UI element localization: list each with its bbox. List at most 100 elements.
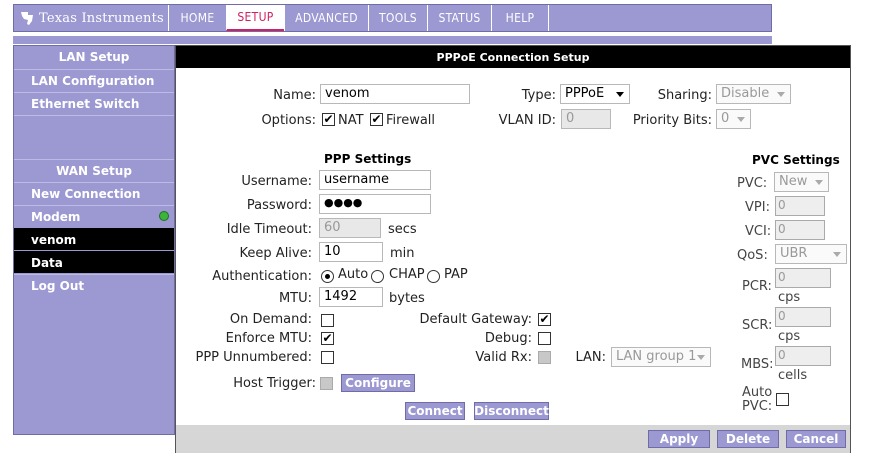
ppp-unnumbered-checkbox[interactable] [321,351,334,364]
pvc-value: New [779,174,808,189]
priority-bits-select[interactable]: 0 [716,109,751,129]
tab-setup[interactable]: SETUP [226,5,284,31]
mtu-label: MTU: [278,291,312,306]
apply-button[interactable]: Apply [648,430,710,448]
auto-pvc-label-2: PVC: [742,399,773,414]
configure-button[interactable]: Configure [341,374,415,392]
tab-advanced[interactable]: ADVANCED [284,5,368,31]
on-demand-checkbox[interactable] [321,314,334,327]
sidebar-spacer [14,115,174,160]
firewall-label: Firewall [386,113,436,128]
pvc-settings-header: PVC Settings [752,153,840,167]
pppoe-setup-panel: PPPoE Connection Setup Name: venom Type:… [175,45,851,453]
delete-button[interactable]: Delete [717,430,779,448]
enforce-mtu-checkbox[interactable]: ✔ [321,332,334,345]
auth-chap-radio[interactable] [371,270,384,283]
top-nav-bar: Texas Instruments HOME SETUP ADVANCED TO… [13,4,772,32]
vlan-id-input[interactable]: 0 [561,109,611,129]
mtu-input[interactable]: 1492 [319,287,383,307]
brand-name: Texas Instruments [39,10,164,26]
type-value: PPPoE [565,86,605,101]
pcr-input[interactable]: 0 [775,268,831,288]
idle-timeout-label: Idle Timeout: [226,222,312,237]
chevron-down-icon [815,180,823,185]
tab-home[interactable]: HOME [168,5,226,31]
sidebar-item-modem[interactable]: Modem [14,205,174,227]
enforce-mtu-label: Enforce MTU: [225,331,312,346]
default-gateway-label: Default Gateway: [419,312,533,327]
ppp-settings-header: PPP Settings [324,152,412,166]
top-divider [13,36,772,44]
tab-status[interactable]: STATUS [427,5,491,31]
cancel-button[interactable]: Cancel [786,430,846,448]
sidebar-item-ethernet-switch[interactable]: Ethernet Switch [14,92,174,114]
keep-alive-input[interactable]: 10 [319,242,383,262]
sidebar-item-new-connection[interactable]: New Connection [14,182,174,204]
connect-button[interactable]: Connect [405,402,465,420]
disconnect-button[interactable]: Disconnect [474,402,549,420]
sharing-label: Sharing: [657,88,712,103]
scr-unit: cps [778,329,801,344]
username-label: Username: [241,174,312,189]
vpi-input[interactable]: 0 [775,196,825,216]
pcr-label: PCR: [742,279,772,294]
chevron-down-icon [616,92,624,97]
chevron-down-icon [697,355,705,360]
name-input[interactable]: venom [320,84,470,104]
username-input[interactable]: username [319,170,431,190]
sidebar-item-data[interactable]: Data [14,251,174,273]
sharing-select[interactable]: Disable [716,84,791,104]
scr-label: SCR: [742,318,773,333]
keep-alive-unit: min [390,246,415,261]
password-label: Password: [246,198,312,213]
brand-logo: Texas Instruments [14,5,168,31]
panel-title: PPPoE Connection Setup [176,46,850,68]
nat-label: NAT [338,113,364,128]
auth-auto-label: Auto [338,267,369,282]
scr-input[interactable]: 0 [775,307,831,327]
auth-pap-radio[interactable] [427,270,440,283]
ti-logo-icon [21,12,33,25]
qos-label: QoS: [737,248,768,263]
type-label: Type: [521,88,556,103]
valid-rx-label: Valid Rx: [475,350,532,365]
sidebar-item-venom[interactable]: venom [14,228,174,250]
default-gateway-checkbox[interactable]: ✔ [538,313,551,326]
tab-help[interactable]: HELP [491,5,549,31]
debug-label: Debug: [484,331,532,346]
ppp-unnumbered-label: PPP Unnumbered: [195,350,313,365]
host-trigger-label: Host Trigger: [233,376,316,391]
pvc-select[interactable]: New [774,172,829,192]
auto-pvc-checkbox[interactable] [776,393,789,406]
idle-timeout-input[interactable]: 60 [319,218,381,238]
sharing-value: Disable [721,86,770,101]
firewall-checkbox[interactable]: ✔ [370,113,383,126]
on-demand-label: On Demand: [229,312,312,327]
action-bar: Apply Delete Cancel [176,425,850,453]
mbs-input[interactable]: 0 [775,346,831,366]
pvc-label: PVC: [737,176,768,191]
chevron-down-icon [833,252,841,257]
sidebar-item-lan-configuration[interactable]: LAN Configuration [14,69,174,91]
chevron-down-icon [737,117,745,122]
main-nav: HOME SETUP ADVANCED TOOLS STATUS HELP [168,5,549,31]
idle-timeout-unit: secs [388,222,417,237]
auth-auto-radio[interactable] [321,270,334,283]
options-label: Options: [261,113,316,128]
lan-group-value: LAN group 1 [616,349,697,364]
host-trigger-checkbox[interactable] [320,377,333,390]
vci-label: VCI: [745,224,772,239]
password-input[interactable]: ●●●● [319,194,431,214]
tab-tools[interactable]: TOOLS [368,5,427,31]
nat-checkbox[interactable]: ✔ [322,113,335,126]
debug-checkbox[interactable] [538,332,551,345]
type-select[interactable]: PPPoE [560,84,630,104]
valid-rx-checkbox[interactable] [538,351,551,364]
sidebar-item-log-out[interactable]: Log Out [14,274,174,296]
lan-group-select[interactable]: LAN group 1 [611,347,711,367]
qos-select[interactable]: UBR [775,244,847,264]
keep-alive-label: Keep Alive: [239,246,312,261]
vci-input[interactable]: 0 [775,220,825,240]
mbs-unit: cells [778,368,808,383]
sidebar-item-label: Modem [31,209,81,224]
